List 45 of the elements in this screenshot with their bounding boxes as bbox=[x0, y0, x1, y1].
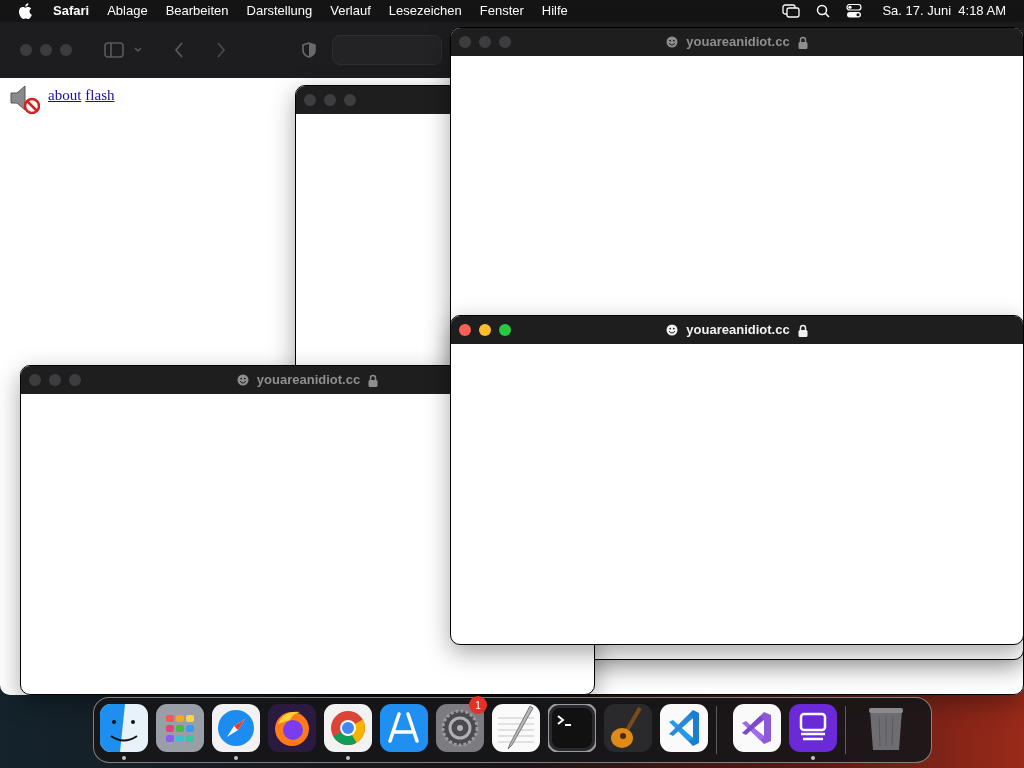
link[interactable]: about bbox=[48, 84, 82, 107]
zoom-button[interactable] bbox=[499, 324, 511, 336]
lock-icon bbox=[797, 323, 808, 337]
compass-icon[interactable] bbox=[212, 704, 260, 752]
lock-icon bbox=[368, 373, 379, 387]
close-button[interactable] bbox=[459, 324, 471, 336]
muted-speaker-icon bbox=[8, 84, 40, 114]
menu-item[interactable]: Hilfe bbox=[532, 1, 577, 21]
menu-item[interactable]: Darstellung bbox=[237, 1, 322, 21]
menu-item[interactable]: Ablage bbox=[98, 1, 157, 21]
terminal-icon[interactable] bbox=[548, 704, 596, 752]
notepad-icon[interactable] bbox=[492, 704, 540, 752]
menu-item[interactable]: Bearbeiten bbox=[156, 1, 238, 21]
app-grid-icon[interactable] bbox=[156, 704, 204, 752]
screens-icon[interactable] bbox=[782, 4, 801, 18]
menu-item[interactable]: Fenster bbox=[470, 1, 533, 21]
smiley-icon bbox=[236, 374, 249, 386]
apple-icon[interactable] bbox=[18, 3, 32, 19]
notification-badge: 1 bbox=[469, 696, 487, 714]
smiley-icon bbox=[666, 36, 679, 48]
circle-ring-icon[interactable] bbox=[324, 704, 372, 752]
smiley-icon bbox=[666, 324, 679, 336]
angled-ribbon-icon[interactable] bbox=[660, 704, 708, 752]
window-title: youareanidiot.cc bbox=[686, 33, 790, 52]
letter-a-icon[interactable] bbox=[380, 704, 428, 752]
chevron-icon[interactable] bbox=[134, 47, 142, 53]
infinity-ribbon-icon[interactable] bbox=[733, 704, 781, 752]
window-title: youareanidiot.cc bbox=[256, 371, 361, 390]
menu-item[interactable]: Safari bbox=[44, 1, 99, 21]
clock-text[interactable]: Sa. 17. Juni 4:18 AM bbox=[882, 1, 1006, 21]
minimize-button[interactable] bbox=[479, 324, 491, 336]
menu-item[interactable]: Lesezeichen bbox=[379, 1, 471, 21]
menu-item[interactable]: Verlauf bbox=[321, 1, 380, 21]
lock-icon bbox=[797, 35, 808, 49]
guitar-icon[interactable] bbox=[604, 704, 652, 752]
search-icon[interactable] bbox=[816, 4, 831, 18]
globe-icon[interactable] bbox=[268, 704, 316, 752]
stack-icon[interactable] bbox=[789, 704, 837, 752]
smiling-face-icon[interactable] bbox=[100, 704, 148, 752]
toggle-icon[interactable] bbox=[846, 4, 863, 18]
back-icon[interactable] bbox=[174, 42, 184, 58]
shield-icon[interactable] bbox=[302, 42, 316, 58]
window-title: youareanidiot.cc bbox=[686, 321, 790, 340]
sidebar-icon[interactable] bbox=[104, 42, 124, 58]
link[interactable]: flash bbox=[85, 84, 115, 107]
